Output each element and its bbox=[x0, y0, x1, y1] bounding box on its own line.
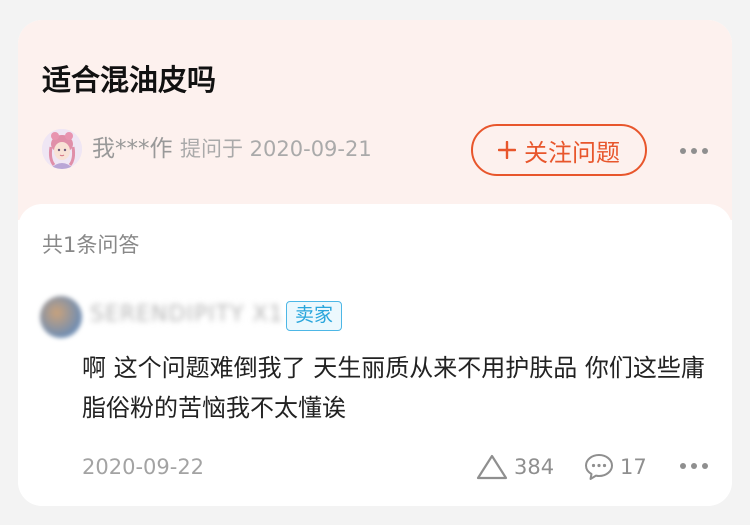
asker-name[interactable]: 我***作 bbox=[92, 133, 173, 165]
comment-count: 17 bbox=[620, 455, 647, 479]
answers-panel: 共1条问答 SERENDIPITY X1 卖家 啊 这个问题难倒我了 天生丽质从… bbox=[18, 204, 732, 506]
answer-date: 2020-09-22 bbox=[82, 455, 205, 479]
answerer-avatar[interactable] bbox=[40, 296, 82, 338]
asker-avatar[interactable] bbox=[42, 129, 82, 169]
more-dot bbox=[702, 463, 708, 469]
answerer-name[interactable]: SERENDIPITY X1 bbox=[90, 299, 283, 331]
like-count: 384 bbox=[514, 455, 555, 479]
follow-label: 关注问题 bbox=[524, 138, 620, 167]
answer-text: 啊 这个问题难倒我了 天生丽质从来不用护肤品 你们这些庸脂俗粉的苦恼我不太懂诶 bbox=[82, 354, 705, 422]
like-button[interactable]: 384 bbox=[476, 450, 554, 484]
asked-timestamp: 提问于 2020-09-21 bbox=[180, 137, 372, 161]
more-icon[interactable] bbox=[680, 147, 708, 155]
question-header: 适合混油皮吗 我***作 提问于 2020-09-21 关注问题 bbox=[18, 20, 732, 220]
more-dot bbox=[680, 148, 686, 154]
more-dot bbox=[680, 463, 686, 469]
more-dot bbox=[691, 148, 697, 154]
seller-badge: 卖家 bbox=[286, 301, 342, 331]
question-title: 适合混油皮吗 bbox=[42, 63, 217, 97]
more-icon[interactable] bbox=[680, 462, 708, 470]
comment-button[interactable]: 17 bbox=[584, 450, 647, 484]
question-card: 适合混油皮吗 我***作 提问于 2020-09-21 关注问题 共1条问答 S… bbox=[18, 20, 732, 506]
plus-icon bbox=[498, 141, 516, 159]
more-dot bbox=[702, 148, 708, 154]
follow-question-button[interactable]: 关注问题 bbox=[471, 124, 647, 176]
answer-count: 共1条问答 bbox=[42, 233, 140, 257]
comment-icon bbox=[585, 454, 613, 480]
avatar-illustration bbox=[42, 129, 82, 169]
more-dot bbox=[691, 463, 697, 469]
like-icon bbox=[476, 454, 508, 480]
